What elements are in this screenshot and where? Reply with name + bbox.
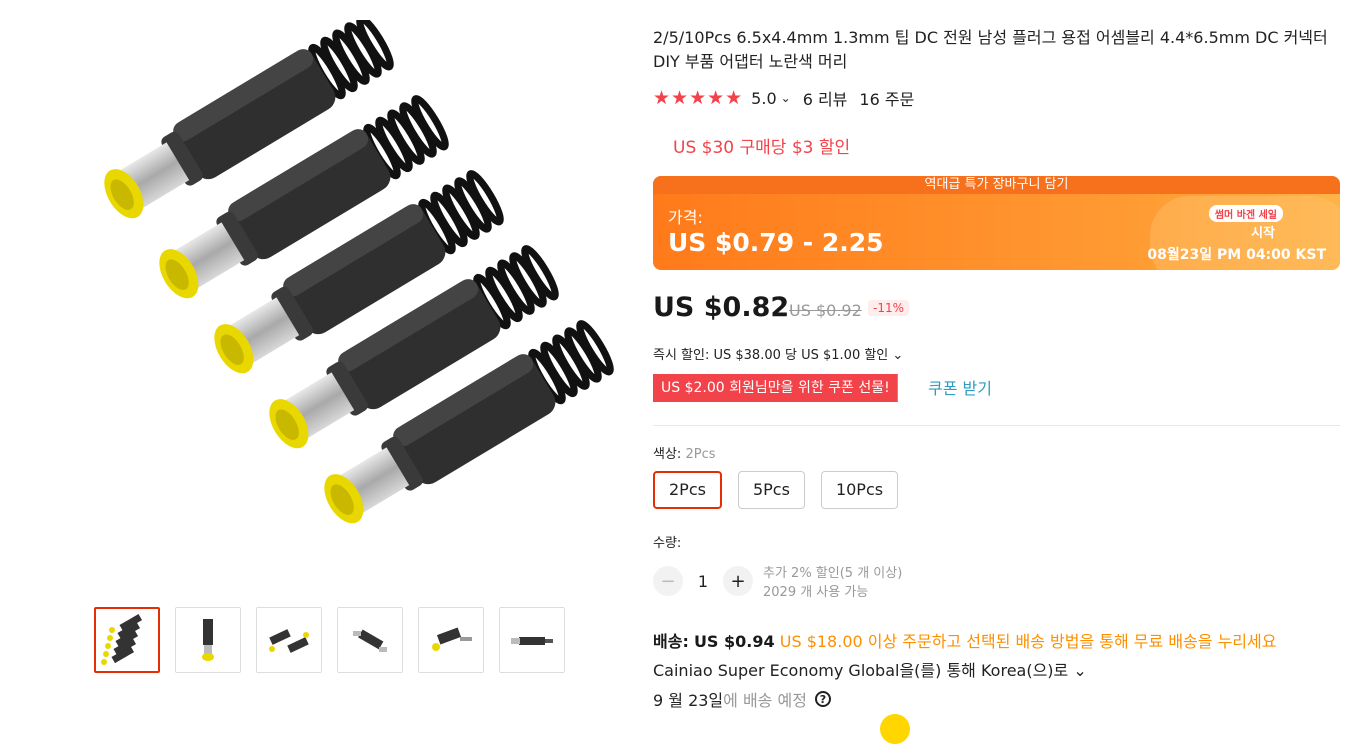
color-selected-value: 2Pcs (685, 447, 716, 462)
coupon-badge: US $2.00 회원님만을 위한 쿠폰 선물! (653, 374, 898, 402)
rating-stars-icon: ★★★★★ (653, 87, 744, 109)
shipping-label: 배송: (653, 632, 689, 651)
original-price: US $0.92 (789, 301, 862, 320)
chevron-down-icon[interactable]: ⌄ (781, 91, 791, 105)
banner-price-label: 가격: (668, 208, 703, 227)
sale-start-date: 08월23일 PM 04:00 KST (1147, 247, 1326, 263)
quantity-stepper: − 1 + (653, 566, 753, 596)
stock-available: 2029 개 사용 가능 (763, 585, 869, 600)
divider (653, 425, 1340, 426)
color-label-text: 색상: (653, 447, 682, 462)
instant-discount[interactable]: 즉시 할인: US $38.00 당 US $1.00 할인 ⌄ (653, 344, 903, 363)
sale-badge: 썸머 바겐 세일 (1208, 205, 1283, 222)
review-count[interactable]: 6 리뷰 (803, 86, 848, 110)
color-label: 색상: 2Pcs (653, 443, 715, 462)
quantity-value[interactable]: 1 (683, 572, 723, 591)
get-coupon-link[interactable]: 쿠폰 받기 (928, 375, 992, 399)
option-2pcs[interactable]: 2Pcs (653, 471, 722, 509)
shipping-price: US $0.94 (693, 632, 775, 651)
option-10pcs[interactable]: 10Pcs (820, 471, 899, 509)
shipping-method[interactable]: Cainiao Super Economy Global을(를) 통해 Kore… (653, 657, 1087, 681)
increase-quantity-button[interactable]: + (723, 566, 753, 596)
decrease-quantity-button[interactable]: − (653, 566, 683, 596)
superdeals-banner: 역대급 특가 장바구니 담기 가격: US $0.79 - 2.25 썸머 바겐… (653, 176, 1340, 270)
sale-start-label: 시작 (1251, 226, 1275, 241)
quantity-note: 추가 2% 할인(5 개 이상) 2029 개 사용 가능 (763, 564, 902, 602)
banner-header: 역대급 특가 장바구니 담기 (653, 176, 1340, 194)
discount-badge: -11% (868, 300, 910, 316)
option-5pcs[interactable]: 5Pcs (737, 471, 805, 509)
quantity-label: 수량: (653, 536, 682, 551)
banner-price: US $0.79 - 2.25 (668, 228, 884, 257)
current-price: US $0.82 (653, 292, 790, 323)
help-icon[interactable]: ? (814, 691, 831, 707)
thumbnail-strip (94, 607, 565, 673)
thumbnail-1[interactable] (94, 607, 160, 673)
shipping-row: 배송: US $0.94 US $18.00 이상 주문하고 선택된 배송 방법… (653, 628, 1276, 652)
floating-widget-icon[interactable] (880, 714, 910, 744)
delivery-date: 9 월 23일 (653, 691, 724, 710)
rating-value[interactable]: 5.0 (751, 89, 776, 108)
delivery-estimate: 9 월 23일 에 배송 예정 ? (653, 687, 831, 711)
rating-row: ★★★★★ 5.0 ⌄ 6 리뷰 16 주문 (653, 86, 914, 110)
main-product-image[interactable] (30, 15, 620, 590)
free-shipping-note: US $18.00 이상 주문하고 선택된 배송 방법을 통해 무료 배송을 누… (779, 632, 1277, 651)
order-count: 16 주문 (859, 90, 915, 109)
product-title: 2/5/10Pcs 6.5x4.4mm 1.3mm 팁 DC 전원 남성 플러그… (653, 28, 1328, 71)
store-promo[interactable]: US $30 구매당 $3 할인 (673, 133, 850, 158)
thumbnail-5[interactable] (418, 607, 484, 673)
thumbnail-2[interactable] (175, 607, 241, 673)
color-options: 2Pcs 5Pcs 10Pcs (653, 471, 899, 509)
bulk-discount-note: 추가 2% 할인(5 개 이상) (763, 566, 903, 581)
thumbnail-4[interactable] (337, 607, 403, 673)
thumbnail-6[interactable] (499, 607, 565, 673)
thumbnail-3[interactable] (256, 607, 322, 673)
delivery-suffix: 에 배송 예정 (723, 691, 807, 710)
